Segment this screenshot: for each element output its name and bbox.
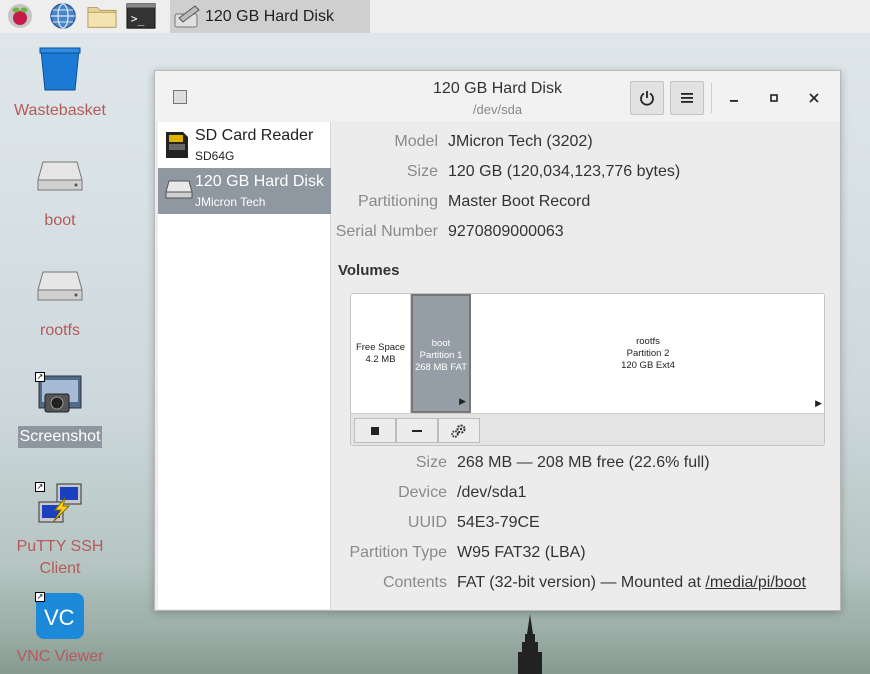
volume-segment-boot[interactable]: boot Partition 1 268 MB FAT ▶ [411, 294, 471, 413]
minimize-button[interactable] [723, 87, 745, 109]
desktop-icon-wastebasket[interactable]: Wastebasket [5, 46, 115, 122]
shortcut-arrow-icon: ↗ [35, 592, 45, 602]
raspberry-menu-icon[interactable] [5, 1, 35, 31]
wallpaper-tower [518, 614, 542, 674]
desktop-icon-label: boot [44, 212, 76, 229]
web-browser-icon[interactable] [48, 1, 78, 31]
field-value: W95 FAT32 (LBA) [457, 544, 586, 561]
desktop-icon-label: Screenshot [17, 426, 103, 448]
window-titlebar[interactable]: 120 GB Hard Disk /dev/sda [155, 71, 840, 121]
top-panel: >_ 120 GB Hard Disk [0, 0, 870, 33]
field-key: Size [406, 163, 438, 180]
volume-map: Free Space 4.2 MB boot Partition 1 268 M… [350, 293, 825, 446]
svg-text:>_: >_ [131, 13, 145, 26]
desktop-icon-boot[interactable]: boot [5, 156, 115, 232]
drive-icon [35, 266, 85, 316]
hamburger-icon [681, 93, 693, 103]
field-key: Contents [382, 574, 447, 591]
field-value: /dev/sda1 [457, 484, 527, 501]
minimize-icon [730, 100, 738, 102]
desktop-icon-screenshot[interactable]: ↗ Screenshot [5, 372, 115, 448]
drive-name: SD Card Reader [195, 127, 314, 144]
svg-text:VC: VC [44, 605, 75, 630]
drive-name: 120 GB Hard Disk [195, 173, 324, 190]
power-off-button[interactable] [630, 81, 664, 115]
maximize-icon [770, 94, 778, 102]
field-key: Size [415, 454, 447, 471]
field-key: Serial Number [335, 223, 438, 240]
field-key: Partition Type [349, 544, 447, 561]
unmount-button[interactable] [354, 418, 396, 443]
segment-line: 268 MB FAT [414, 362, 468, 373]
close-icon [809, 93, 819, 103]
desktop-icon-label: PuTTY SSH Client [16, 538, 104, 577]
maximize-button[interactable] [763, 87, 785, 109]
field-value: 54E3-79CE [457, 514, 540, 531]
drive-sub: SD64G [195, 149, 235, 163]
hard-disk-icon [164, 176, 193, 206]
desktop-icon-vnc-viewer[interactable]: VC ↗ VNC Viewer [5, 592, 115, 668]
close-button[interactable] [803, 87, 825, 109]
screenshot-icon: ↗ [35, 372, 85, 422]
contents-text: FAT (32-bit version) — Mounted at [457, 574, 706, 591]
drive-icon [35, 156, 85, 206]
segment-line: Partition 2 [626, 348, 670, 359]
desktop-icon-rootfs[interactable]: rootfs [5, 266, 115, 342]
partition-options-button[interactable] [438, 418, 480, 443]
wastebasket-icon [35, 46, 85, 96]
segment-line: Free Space [355, 342, 406, 353]
play-arrow-icon: ▶ [815, 398, 822, 408]
stop-icon [371, 426, 379, 435]
putty-icon: ↗ [35, 482, 85, 532]
file-manager-icon[interactable] [87, 1, 117, 31]
sd-card-icon [164, 130, 190, 160]
menu-button[interactable] [670, 81, 704, 115]
field-key: Model [394, 133, 438, 150]
taskbar-button-label: 120 GB Hard Disk [205, 7, 334, 25]
field-value: Master Boot Record [448, 193, 591, 210]
volume-segment-rootfs[interactable]: rootfs Partition 2 120 GB Ext4 ▶ [471, 294, 824, 413]
segment-line: 4.2 MB [365, 354, 396, 365]
field-value: 120 GB (120,034,123,776 bytes) [448, 163, 681, 180]
shortcut-arrow-icon: ↗ [35, 372, 45, 382]
segment-line: boot [431, 338, 451, 349]
field-value: 9270809000063 [448, 223, 564, 240]
segment-line: Partition 1 [419, 350, 463, 361]
vnc-viewer-icon: VC ↗ [35, 592, 85, 642]
volumes-heading: Volumes [338, 262, 400, 279]
field-key: Device [398, 484, 447, 501]
terminal-icon[interactable]: >_ [126, 1, 156, 31]
desktop-icon-label: rootfs [39, 322, 80, 339]
drive-list: SD Card Reader SD64G 120 GB Hard Disk JM… [158, 122, 331, 609]
field-value: JMicron Tech (3202) [448, 133, 593, 150]
field-value: 268 MB — 208 MB free (22.6% full) [457, 454, 710, 471]
field-value: FAT (32-bit version) — Mounted at /media… [457, 573, 806, 593]
drive-list-item[interactable]: SD Card Reader SD64G [158, 122, 331, 168]
volume-toolbar [351, 413, 824, 445]
mount-point-link[interactable]: /media/pi/boot [705, 574, 806, 591]
drive-list-item-selected[interactable]: 120 GB Hard Disk JMicron Tech [158, 168, 331, 214]
disks-window: 120 GB Hard Disk /dev/sda SD Card Reader… [154, 70, 841, 611]
gears-icon [451, 424, 466, 438]
drive-details: Model JMicron Tech (3202) Size 120 GB (1… [332, 122, 840, 609]
delete-partition-button[interactable] [396, 418, 438, 443]
segment-line: rootfs [636, 336, 660, 347]
drive-sub: JMicron Tech [195, 195, 266, 209]
disks-app-icon [173, 2, 203, 32]
play-arrow-icon: ▶ [459, 396, 466, 406]
volume-segment-free[interactable]: Free Space 4.2 MB [351, 294, 411, 413]
taskbar-button-disks[interactable]: 120 GB Hard Disk [170, 0, 370, 33]
desktop-icon-putty[interactable]: ↗ PuTTY SSH Client [5, 482, 115, 580]
field-key: UUID [407, 514, 447, 531]
header-separator [711, 83, 712, 113]
minus-icon [412, 429, 422, 432]
field-key: Partitioning [357, 193, 438, 210]
shortcut-arrow-icon: ↗ [35, 482, 45, 492]
power-icon [640, 91, 654, 106]
desktop-icon-label: VNC Viewer [16, 648, 104, 665]
desktop-icon-label: Wastebasket [14, 102, 106, 119]
segment-line: 120 GB Ext4 [621, 360, 675, 371]
